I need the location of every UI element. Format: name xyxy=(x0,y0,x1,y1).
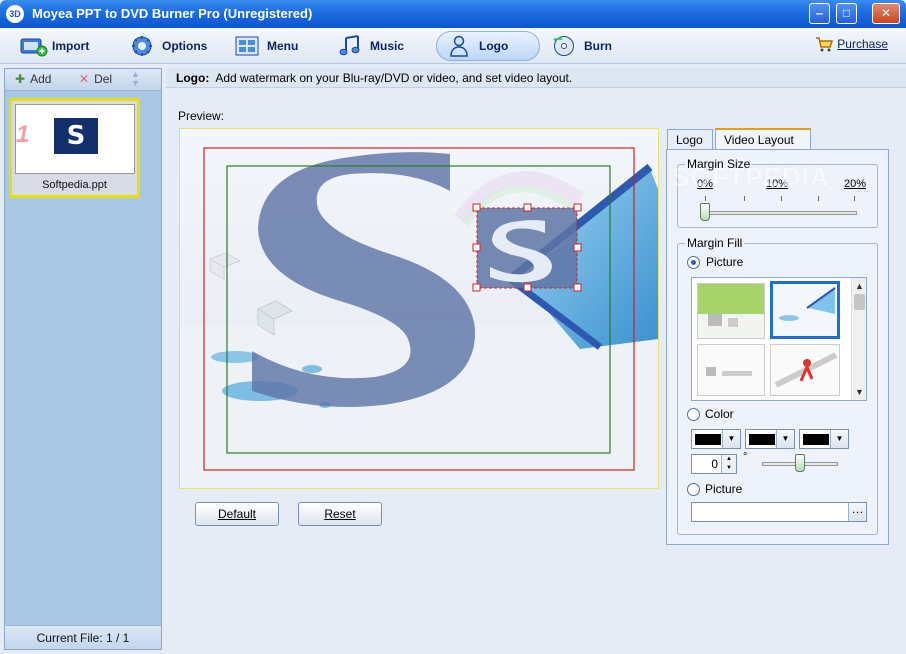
slide-logo: S xyxy=(54,118,98,154)
browse-button[interactable]: … xyxy=(848,503,866,521)
slide-number: 1 xyxy=(16,121,30,148)
scroll-up-icon[interactable]: ▲ xyxy=(854,280,865,292)
title-bar: 3D Moyea PPT to DVD Burner Pro (Unregist… xyxy=(0,0,906,28)
menu-label: Menu xyxy=(267,39,299,53)
add-label: Add xyxy=(30,72,52,86)
color-radio[interactable] xyxy=(687,408,700,421)
cart-icon xyxy=(815,36,834,52)
stepper-arrows-icon[interactable]: ▲ ▼ xyxy=(721,455,736,473)
margin-size-slider-thumb[interactable] xyxy=(700,203,710,221)
disc-icon xyxy=(552,35,576,57)
current-file-status: Current File: 1 / 1 xyxy=(5,625,161,649)
slide-thumbnail: S xyxy=(15,104,135,174)
background-thumbnail[interactable] xyxy=(770,344,840,396)
main-toolbar: Import Options Menu Music Logo Burn Purc… xyxy=(0,28,906,64)
chevron-down-icon: ▼ xyxy=(830,430,848,448)
picture-radio[interactable] xyxy=(687,256,700,269)
delete-icon: ✕ xyxy=(79,72,90,86)
tab-video-layout[interactable]: Video Layout xyxy=(715,128,811,150)
picture-file-radio-label: Picture xyxy=(705,482,743,496)
menu-button[interactable]: Menu xyxy=(225,31,308,61)
slide-list-item[interactable]: S 1 Softpedia.ppt xyxy=(9,98,140,198)
color-picker-1[interactable]: ▼ xyxy=(691,429,741,449)
margin-size-slider[interactable] xyxy=(702,211,857,215)
options-button[interactable]: Options xyxy=(120,31,217,61)
color-swatch xyxy=(803,434,829,445)
background-thumbnail[interactable] xyxy=(697,283,765,339)
video-layout-panel: Margin Size 0% 10% 20% Margin Fill Pictu… xyxy=(666,149,889,545)
scroll-thumb[interactable] xyxy=(854,294,865,310)
chevron-down-icon: ▼ xyxy=(722,430,740,448)
hint-bar: Logo: Add watermark on your Blu-ray/DVD o… xyxy=(166,68,906,88)
color-swatch xyxy=(695,434,721,445)
reset-button[interactable]: Reset xyxy=(298,502,382,526)
purchase-label: Purchase xyxy=(837,37,888,51)
burn-button[interactable]: Burn xyxy=(542,31,622,61)
picture-path-field[interactable]: … xyxy=(691,502,867,522)
plus-icon: ✚ xyxy=(15,72,26,86)
margin-tick-20: 20% xyxy=(844,178,867,190)
close-button[interactable]: ✕ xyxy=(872,3,900,24)
hint-label: Logo: xyxy=(176,71,210,85)
preview-canvas[interactable] xyxy=(179,128,659,489)
purchase-link[interactable]: Purchase xyxy=(815,36,888,52)
picture-radio-label: Picture xyxy=(706,255,744,269)
preview-image xyxy=(180,129,658,488)
picture-list-scrollbar[interactable]: ▲ ▼ xyxy=(851,278,866,400)
person-icon xyxy=(447,35,471,57)
chevron-down-icon: ▼ xyxy=(776,430,794,448)
tab-logo[interactable]: Logo xyxy=(667,129,713,150)
hint-text: Add watermark on your Blu-ray/DVD or vid… xyxy=(215,71,573,85)
slider-tick xyxy=(705,196,706,201)
default-button[interactable]: Default xyxy=(195,502,279,526)
slider-tick xyxy=(818,196,819,201)
window-title: Moyea PPT to DVD Burner Pro (Unregistere… xyxy=(32,6,313,21)
watermark-text: SOFTPEDIA xyxy=(672,162,830,192)
logo-label: Logo xyxy=(479,39,509,53)
degree-symbol: ° xyxy=(743,451,748,463)
margin-fill-title: Margin Fill xyxy=(685,236,745,250)
add-button[interactable]: ✚ Add xyxy=(15,72,51,86)
minimize-button[interactable]: ‒ xyxy=(809,3,830,24)
slider-tick xyxy=(854,196,855,201)
delete-label: Del xyxy=(94,72,113,86)
slider-tick xyxy=(781,196,782,201)
options-label: Options xyxy=(162,39,208,53)
music-label: Music xyxy=(370,39,405,53)
gear-icon xyxy=(130,35,154,57)
app-icon: 3D xyxy=(6,5,24,23)
background-thumbnail-selected[interactable] xyxy=(770,281,840,339)
import-button[interactable]: Import xyxy=(10,31,99,61)
preview-label: Preview: xyxy=(178,109,225,123)
logo-button[interactable]: Logo xyxy=(436,31,540,61)
import-label: Import xyxy=(52,39,90,53)
menu-icon xyxy=(235,35,259,57)
color-picker-2[interactable]: ▼ xyxy=(745,429,795,449)
delete-button[interactable]: ✕ Del xyxy=(79,72,112,86)
slider-tick xyxy=(744,196,745,201)
music-note-icon xyxy=(338,35,362,57)
color-swatch xyxy=(749,434,775,445)
import-icon xyxy=(20,35,48,57)
rotation-slider-thumb[interactable] xyxy=(795,454,805,472)
maximize-button[interactable]: □ xyxy=(836,3,857,24)
rotation-value: 0 xyxy=(711,457,718,471)
background-picture-list[interactable]: ▲ ▼ xyxy=(691,277,867,401)
color-radio-label: Color xyxy=(705,407,734,421)
picture-file-radio[interactable] xyxy=(687,483,700,496)
scroll-down-icon[interactable]: ▼ xyxy=(854,386,865,398)
slide-filename: Softpedia.ppt xyxy=(42,179,107,191)
background-thumbnail[interactable] xyxy=(697,344,765,396)
color-picker-3[interactable]: ▼ xyxy=(799,429,849,449)
rotation-stepper[interactable]: 0 ▲ ▼ xyxy=(691,454,737,474)
reorder-arrows-icon[interactable]: ▲ ▼ xyxy=(131,70,140,88)
slide-list-toolbar: ✚ Add ✕ Del ▲ ▼ xyxy=(5,69,161,91)
music-button[interactable]: Music xyxy=(328,31,414,61)
slide-list-panel: ✚ Add ✕ Del ▲ ▼ S 1 Softpedia.ppt Current… xyxy=(4,68,162,650)
burn-label: Burn xyxy=(584,39,612,53)
